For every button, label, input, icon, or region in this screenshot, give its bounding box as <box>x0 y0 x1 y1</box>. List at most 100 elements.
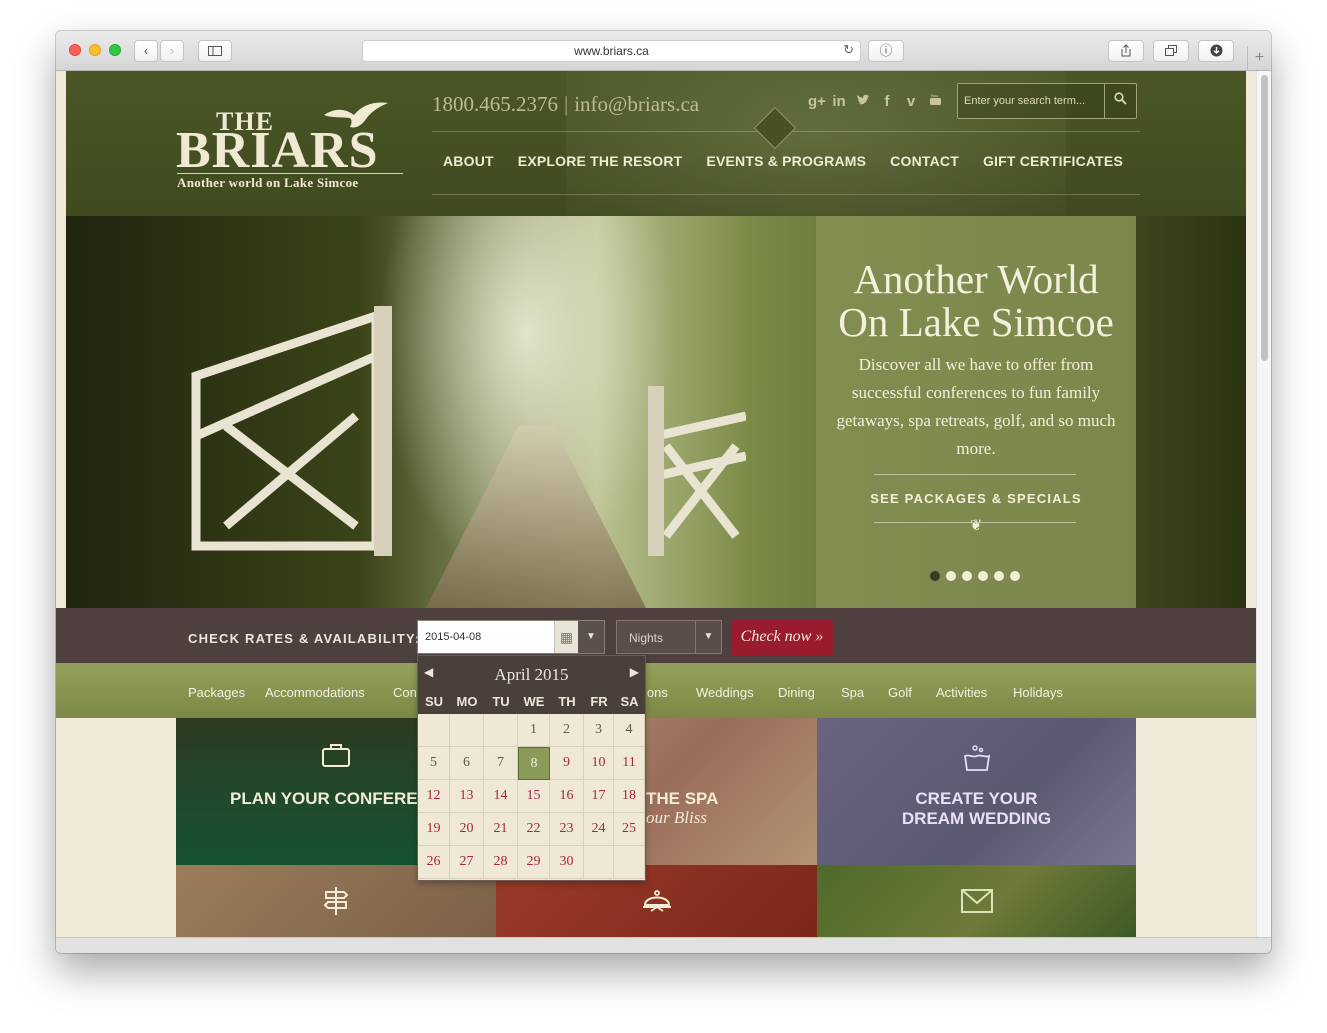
next-month-icon[interactable]: ▶ <box>630 665 639 679</box>
slider-dot[interactable] <box>946 571 956 581</box>
main-nav: ABOUT EXPLORE THE RESORT EVENTS & PROGRA… <box>443 153 1123 169</box>
sidebar-icon[interactable] <box>198 40 232 62</box>
category-dining[interactable]: Dining <box>778 685 815 700</box>
reload-icon[interactable]: ↻ <box>843 42 854 58</box>
facebook-icon[interactable]: f <box>880 93 894 110</box>
google-plus-icon[interactable]: g+ <box>808 93 826 110</box>
nav-explore-the-resort[interactable]: EXPLORE THE RESORT <box>518 153 683 169</box>
slider-dot[interactable] <box>930 571 940 581</box>
page-scrollbar[interactable] <box>1256 71 1271 937</box>
calendar-day[interactable]: 8 <box>518 747 550 780</box>
slider-dot[interactable] <box>962 571 972 581</box>
calendar-day[interactable]: 25 <box>614 813 645 846</box>
calendar-day[interactable]: 12 <box>418 780 450 813</box>
calendar-day[interactable]: 13 <box>450 780 484 813</box>
datepicker-popup: ◀ April 2015 ▶ SU MO TU WE TH FR SA 1234… <box>417 655 646 881</box>
category-celebrations[interactable]: ions <box>644 685 668 700</box>
calendar-empty-cell <box>584 846 614 879</box>
nav-gift-certificates[interactable]: GIFT CERTIFICATES <box>983 153 1123 169</box>
calendar-day[interactable]: 29 <box>518 846 550 879</box>
category-golf[interactable]: Golf <box>888 685 912 700</box>
calendar-day[interactable]: 18 <box>614 780 645 813</box>
close-window-button[interactable] <box>69 44 81 56</box>
calendar-day[interactable]: 19 <box>418 813 450 846</box>
calendar-empty-cell <box>418 714 450 747</box>
twitter-icon[interactable] <box>856 93 870 110</box>
hero-title-line2: On Lake Simcoe <box>838 299 1114 345</box>
weekday-label: TU <box>492 694 510 709</box>
browser-window: ‹ › www.briars.ca ↻ ⓘ + THE BRIARS Anoth… <box>56 31 1271 953</box>
calendar-day[interactable]: 23 <box>550 813 584 846</box>
youtube-icon[interactable]: You <box>928 93 942 110</box>
calendar-day[interactable]: 14 <box>484 780 518 813</box>
nights-placeholder: Nights <box>629 631 664 645</box>
calendar-day[interactable]: 11 <box>614 747 645 780</box>
category-spa[interactable]: Spa <box>841 685 864 700</box>
calendar-day[interactable]: 20 <box>450 813 484 846</box>
check-now-button[interactable]: Check now » <box>731 620 833 655</box>
nights-select[interactable]: Nights ▼ <box>616 620 722 654</box>
info-icon[interactable]: ⓘ <box>868 40 904 62</box>
calendar-day: 4 <box>614 714 645 747</box>
share-icon[interactable] <box>1108 40 1144 62</box>
vimeo-icon[interactable]: v <box>904 93 918 110</box>
calendar-day[interactable]: 9 <box>550 747 584 780</box>
linkedin-icon[interactable]: in <box>832 93 846 110</box>
search-input[interactable]: Enter your search term... <box>964 95 1085 107</box>
email-link[interactable]: info@briars.ca <box>574 92 699 116</box>
calendar-day[interactable]: 27 <box>450 846 484 879</box>
nav-contact[interactable]: CONTACT <box>890 153 959 169</box>
hero-title-line1: Another World <box>853 256 1099 302</box>
calendar-day[interactable]: 10 <box>584 747 614 780</box>
chevron-down-icon[interactable]: ▼ <box>578 621 604 653</box>
leaf-ornament-icon: ❦ <box>969 517 983 534</box>
forward-icon[interactable]: › <box>160 40 184 62</box>
minimize-window-button[interactable] <box>89 44 101 56</box>
category-packages[interactable]: Packages <box>188 685 245 700</box>
slider-dot[interactable] <box>978 571 988 581</box>
wedding-tile[interactable]: CREATE YOUR DREAM WEDDING <box>817 718 1136 865</box>
chevron-down-icon[interactable]: ▼ <box>695 621 721 653</box>
calendar-icon[interactable]: ▦ <box>554 621 578 653</box>
category-accommodations[interactable]: Accommodations <box>265 685 365 700</box>
calendar-day[interactable]: 15 <box>518 780 550 813</box>
category-holidays[interactable]: Holidays <box>1013 685 1063 700</box>
slider-dot[interactable] <box>994 571 1004 581</box>
weekday-label: MO <box>456 694 478 709</box>
see-packages-link[interactable]: SEE PACKAGES & SPECIALS <box>816 491 1136 506</box>
calendar-day[interactable]: 21 <box>484 813 518 846</box>
category-activities[interactable]: Activities <box>936 685 987 700</box>
nav-about[interactable]: ABOUT <box>443 153 494 169</box>
logo-tagline: Another world on Lake Simcoe <box>177 173 403 191</box>
calendar-day[interactable]: 22 <box>518 813 550 846</box>
new-tab-button[interactable]: + <box>1247 46 1271 71</box>
slider-dot[interactable] <box>1010 571 1020 581</box>
calendar-day[interactable]: 26 <box>418 846 450 879</box>
contact-info: 1800.465.2376 | info@briars.ca <box>432 92 699 117</box>
search-icon[interactable] <box>1104 84 1136 118</box>
calendar-day: 7 <box>484 747 518 780</box>
calendar-day[interactable]: 30 <box>550 846 584 879</box>
calendar-empty-cell <box>614 846 645 879</box>
address-bar[interactable]: www.briars.ca ↻ <box>362 40 861 62</box>
calendar-empty-cell <box>484 714 518 747</box>
calendar-day[interactable]: 28 <box>484 846 518 879</box>
bird-icon <box>324 102 388 128</box>
weekday-label: SA <box>620 694 639 709</box>
hero-slider: Another World On Lake Simcoe Discover al… <box>66 216 1246 608</box>
calendar-day[interactable]: 17 <box>584 780 614 813</box>
category-weddings[interactable]: Weddings <box>696 685 754 700</box>
nav-events-programs[interactable]: EVENTS & PROGRAMS <box>706 153 866 169</box>
zoom-window-button[interactable] <box>109 44 121 56</box>
web-page: THE BRIARS Another world on Lake Simcoe … <box>56 71 1256 937</box>
arrival-date-field[interactable]: 2015-04-08 ▦ ▼ <box>417 620 605 654</box>
downloads-icon[interactable] <box>1198 40 1234 62</box>
contact-tile[interactable] <box>817 865 1136 937</box>
back-icon[interactable]: ‹ <box>134 40 158 62</box>
category-conferences[interactable]: Con <box>393 685 417 700</box>
tabs-icon[interactable] <box>1153 40 1189 62</box>
scrollbar-thumb[interactable] <box>1261 75 1268 361</box>
phone-number[interactable]: 1800.465.2376 <box>432 92 558 116</box>
calendar-day[interactable]: 24 <box>584 813 614 846</box>
calendar-day[interactable]: 16 <box>550 780 584 813</box>
